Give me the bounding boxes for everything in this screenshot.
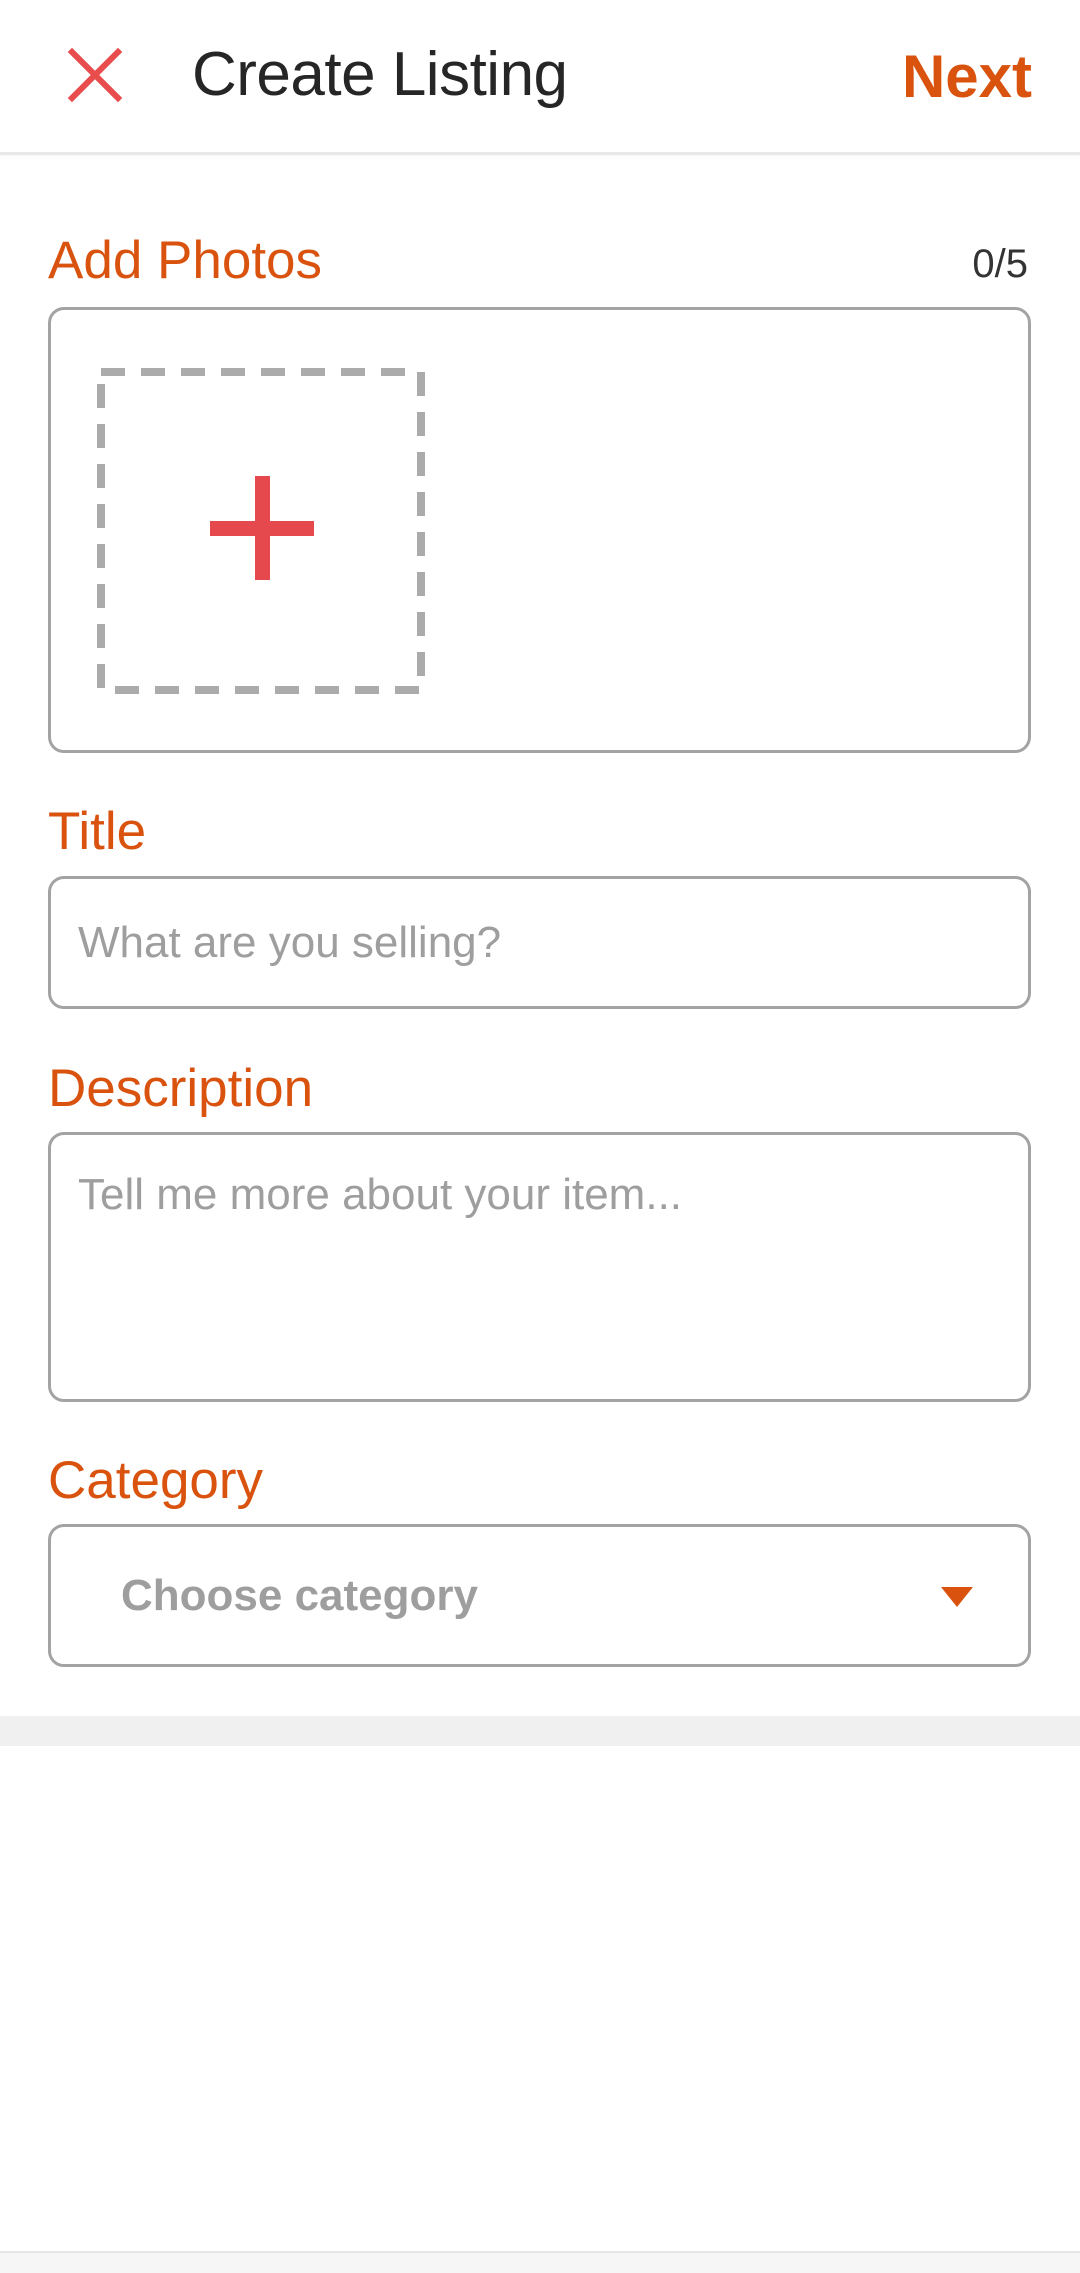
caret-down-icon (941, 1587, 973, 1607)
add-photos-label: Add Photos (48, 231, 323, 290)
add-photo-button[interactable] (97, 368, 425, 694)
photo-counter: 0/5 (972, 242, 1028, 286)
app-header: Create Listing Next (0, 0, 1080, 155)
bottom-edge (0, 2251, 1080, 2273)
close-button[interactable] (55, 35, 135, 115)
photo-container (48, 307, 1031, 753)
category-select[interactable]: Choose category (48, 1524, 1031, 1667)
description-label: Description (48, 1059, 314, 1118)
plus-icon (210, 476, 314, 580)
title-label: Title (48, 802, 147, 861)
category-selected-value: Choose category (121, 1571, 478, 1620)
page-title: Create Listing (192, 40, 568, 109)
description-field-container (48, 1132, 1031, 1402)
create-listing-screen: Create Listing Next Add Photos 0/5 Title… (0, 0, 1080, 2273)
description-input[interactable] (51, 1135, 1028, 1399)
title-field-container (48, 876, 1031, 1009)
close-icon[interactable] (55, 35, 135, 115)
title-input[interactable] (51, 879, 1028, 1006)
category-label: Category (48, 1451, 264, 1510)
section-divider (0, 1716, 1080, 1746)
next-button[interactable]: Next (902, 40, 1032, 114)
